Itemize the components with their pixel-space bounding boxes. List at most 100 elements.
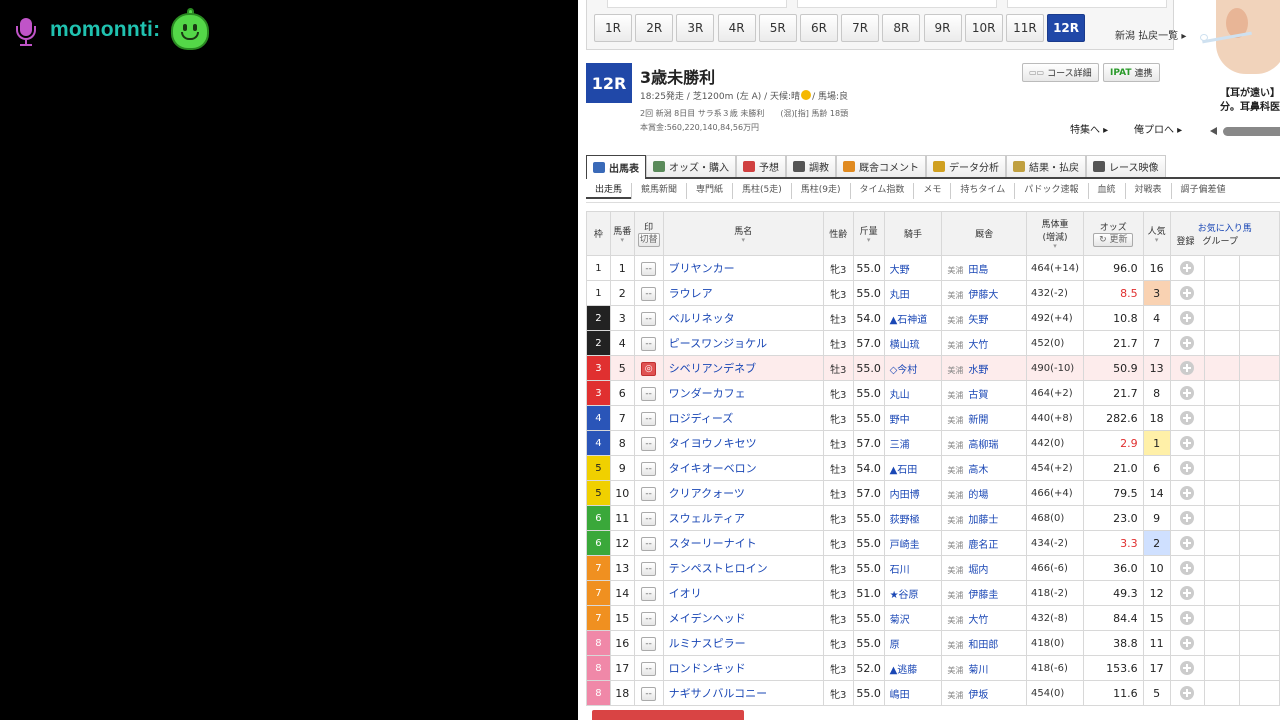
horse-name-link[interactable]: ワンダーカフェ [662,380,824,406]
favorite-register[interactable] [1169,255,1206,281]
horse-name-link[interactable]: シベリアンデネブ [662,355,824,381]
trainer-link[interactable]: 的場 [968,490,988,501]
favorite-group[interactable] [1204,330,1241,356]
favorite-register[interactable] [1169,605,1206,631]
mark-select[interactable]: ◎ [641,361,657,376]
mark-select[interactable]: -- [641,611,657,626]
race-tab-3r[interactable]: 3R [676,14,715,42]
subtab-6[interactable]: タイム指数 [849,183,914,199]
trainer-link[interactable]: 高木 [968,465,988,476]
race-tab-7r[interactable]: 7R [841,14,880,42]
tab-3[interactable]: 予想 [736,155,786,177]
mark-cell[interactable]: ◎ [633,355,664,381]
horse-name-link[interactable]: クリアクォーツ [662,480,824,506]
subtab-2[interactable]: 競馬新聞 [631,183,686,199]
favorite-register[interactable] [1169,455,1206,481]
tab-8[interactable]: レース映像 [1086,155,1166,177]
horse-name-link[interactable]: ロジディーズ [662,405,824,431]
jockey-link[interactable]: 三浦 [883,430,943,456]
sort-icon[interactable]: ▾ [854,236,883,244]
trainer-link[interactable]: 伊藤大 [968,290,998,301]
favorite-register[interactable] [1169,630,1206,656]
add-favorite-icon[interactable] [1180,336,1195,350]
mark-cell[interactable]: -- [633,280,664,306]
mark-cell[interactable]: -- [633,555,664,581]
subtab-1[interactable]: 出走馬 [586,183,632,199]
add-favorite-icon[interactable] [1180,636,1195,650]
mark-cell[interactable]: -- [633,255,664,281]
add-favorite-icon[interactable] [1180,461,1195,475]
trainer-link[interactable]: 加藤士 [968,515,998,526]
ad-text[interactable]: 【耳が遠い】 分。耳鼻科医 [1220,87,1280,115]
subtab-3[interactable]: 専門紙 [686,183,732,199]
race-tab-11r[interactable]: 11R [1005,14,1044,42]
add-favorite-icon[interactable] [1180,411,1195,425]
favorite-group[interactable] [1204,580,1241,606]
subtab-5[interactable]: 馬柱(9走) [790,183,850,199]
jockey-link[interactable]: 丸田 [883,280,943,306]
jockey-link[interactable]: 野中 [883,405,943,431]
add-favorite-icon[interactable] [1180,661,1195,675]
jockey-link[interactable]: ★谷原 [883,580,943,606]
add-favorite-icon[interactable] [1180,486,1195,500]
horse-name-link[interactable]: ルミナスピラー [662,630,824,656]
add-favorite-icon[interactable] [1180,536,1195,550]
add-favorite-icon[interactable] [1180,361,1195,375]
favorite-register[interactable] [1169,530,1206,556]
horse-name-link[interactable]: メイデンヘッド [662,605,824,631]
add-favorite-icon[interactable] [1180,436,1195,450]
sort-icon[interactable]: ▾ [1144,236,1169,244]
favorite-group[interactable] [1204,480,1241,506]
mark-select[interactable]: -- [641,411,657,426]
jockey-link[interactable]: 横山琉 [883,330,943,356]
mark-cell[interactable]: -- [633,430,664,456]
add-favorite-icon[interactable] [1180,511,1195,525]
favorite-group[interactable] [1204,530,1241,556]
subtab-4[interactable]: 馬柱(5走) [732,183,791,199]
favorite-group[interactable] [1204,455,1241,481]
horse-name-link[interactable]: スターリーナイト [662,530,824,556]
tab-7[interactable]: 結果・払戻 [1006,155,1086,177]
horse-name-link[interactable]: イオリ [662,580,824,606]
mark-select[interactable]: -- [641,386,657,401]
sort-icon[interactable]: ▾ [664,236,822,244]
ore-pro-link[interactable]: 俺プロへ ▸ [1134,121,1182,136]
mark-cell[interactable]: -- [633,530,664,556]
horse-name-link[interactable]: タイキオーベロン [662,455,824,481]
horse-name-link[interactable]: ピースワンジョケル [662,330,824,356]
race-tab-1r[interactable]: 1R [594,14,632,42]
favorite-group[interactable] [1204,355,1241,381]
favorite-group[interactable] [1204,255,1241,281]
favorite-group[interactable] [1204,605,1241,631]
favorite-group[interactable] [1204,280,1241,306]
add-favorite-icon[interactable] [1180,561,1195,575]
mark-cell[interactable]: -- [633,680,664,706]
trainer-link[interactable]: 大竹 [968,340,988,351]
favorite-group[interactable] [1204,405,1241,431]
mark-toggle-button[interactable]: 切替 [637,233,660,247]
subtab-12[interactable]: 調子偏差値 [1170,183,1235,199]
ad-banner[interactable] [1188,0,1280,140]
tab-6[interactable]: データ分析 [926,155,1006,177]
mark-select[interactable]: -- [641,561,657,576]
add-favorite-icon[interactable] [1180,611,1195,625]
subtab-9[interactable]: パドック速報 [1014,183,1087,199]
favorite-register[interactable] [1169,405,1206,431]
trainer-link[interactable]: 伊藤圭 [968,590,998,601]
trainer-link[interactable]: 高柳瑞 [968,440,998,451]
carousel-scrollbar[interactable] [1223,127,1280,136]
mark-select[interactable]: -- [641,636,657,651]
race-tab-2r[interactable]: 2R [635,14,674,42]
add-favorite-icon[interactable] [1180,586,1195,600]
mark-select[interactable]: -- [641,511,657,526]
favorite-register[interactable] [1169,480,1206,506]
jockey-link[interactable]: 丸山 [883,380,943,406]
add-favorite-icon[interactable] [1180,261,1195,275]
mark-select[interactable]: -- [641,261,657,276]
mark-cell[interactable]: -- [633,380,664,406]
mark-cell[interactable]: -- [633,580,664,606]
jockey-link[interactable]: ▲石神道 [883,305,943,331]
sort-icon[interactable]: ▾ [1027,243,1082,250]
favorite-group[interactable] [1204,555,1241,581]
favorite-group[interactable] [1204,380,1241,406]
